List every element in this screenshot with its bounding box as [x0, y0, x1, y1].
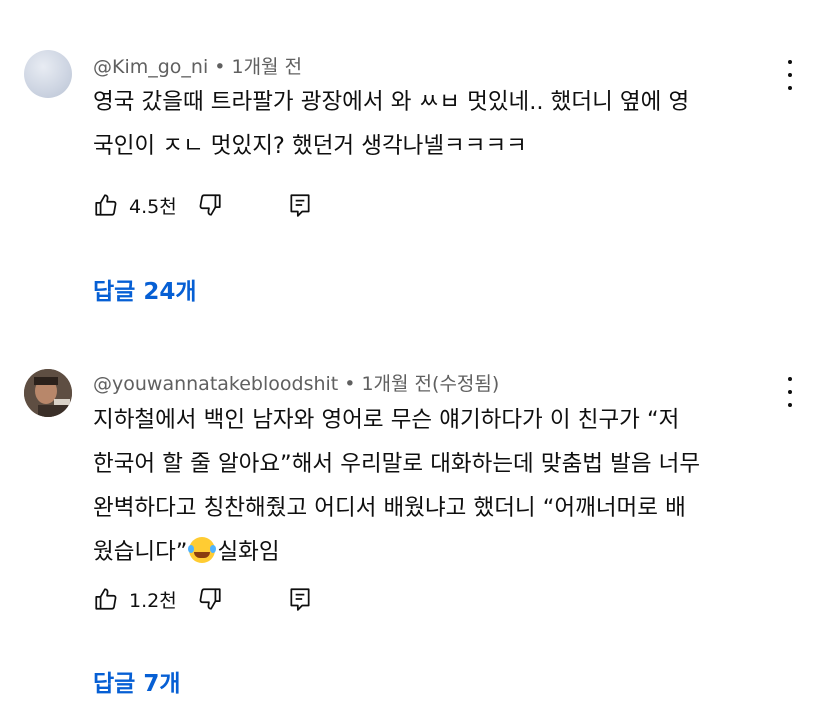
comment-actions: 1.2천 [93, 584, 313, 614]
comment-author-handle[interactable]: @Kim_go_ni [93, 56, 208, 78]
comment-text-fragment: 실화임 [217, 539, 280, 565]
view-replies-button[interactable]: 답글 24개 [93, 272, 197, 306]
comment-meta: @youwannatakebloodshit • 1개월 전(수정됨) [93, 369, 499, 396]
comment-text-line: 완벽하다고 칭찬해줬고 어디서 배웠냐고 했더니 “어깨너머로 배 [93, 495, 686, 521]
thumbs-down-icon[interactable] [197, 192, 223, 218]
more-vert-icon[interactable] [778, 377, 802, 407]
comment-text-fragment: 웠습니다” [93, 539, 188, 565]
comment-text-line: 한국어 할 줄 알아요”해서 우리말로 대화하는데 맞춤법 발음 너무 [93, 451, 701, 477]
thumbs-down-icon[interactable] [197, 586, 223, 612]
reply-comment-icon[interactable] [287, 586, 313, 612]
like-count: 1.2천 [129, 589, 177, 612]
comment-text: 지하철에서 백인 남자와 영어로 무슨 얘기하다가 이 친구가 “저 한국어 할… [93, 398, 783, 574]
comment-actions: 4.5천 [93, 190, 313, 220]
comment-text: 영국 갔을때 트라팔가 광장에서 와 ㅆㅂ 멋있네.. 했더니 옆에 영 국인이… [93, 80, 783, 168]
reply-comment-icon[interactable] [287, 192, 313, 218]
comment-text-line: 영국 갔을때 트라팔가 광장에서 와 ㅆㅂ 멋있네.. 했더니 옆에 영 [93, 89, 690, 115]
comment-timestamp[interactable]: 1개월 전 [231, 56, 302, 78]
avatar[interactable] [24, 369, 72, 417]
meta-separator: • [214, 56, 226, 78]
avatar[interactable] [24, 50, 72, 98]
laughing-tears-emoji [188, 537, 216, 563]
comment-text-line: 국인이 ㅈㄴ 멋있지? 했던거 생각나넬ㅋㅋㅋㅋ [93, 133, 527, 159]
comment-1: @Kim_go_ni • 1개월 전 영국 갔을때 트라팔가 광장에서 와 ㅆㅂ 멋… [0, 0, 835, 330]
comment-text-line: 웠습니다” 실화임 [93, 530, 783, 574]
like-count: 4.5천 [129, 195, 177, 218]
view-replies-button[interactable]: 답글 7개 [93, 664, 181, 698]
thumbs-up-icon[interactable] [93, 586, 119, 612]
more-vert-icon[interactable] [778, 60, 802, 90]
comment-author-handle[interactable]: @youwannatakebloodshit [93, 373, 338, 395]
comment-meta: @Kim_go_ni • 1개월 전 [93, 52, 302, 79]
meta-separator: • [344, 373, 356, 395]
thumbs-up-icon[interactable] [93, 192, 119, 218]
comment-timestamp[interactable]: 1개월 전(수정됨) [361, 373, 499, 395]
comment-text-line: 지하철에서 백인 남자와 영어로 무슨 얘기하다가 이 친구가 “저 [93, 407, 680, 433]
